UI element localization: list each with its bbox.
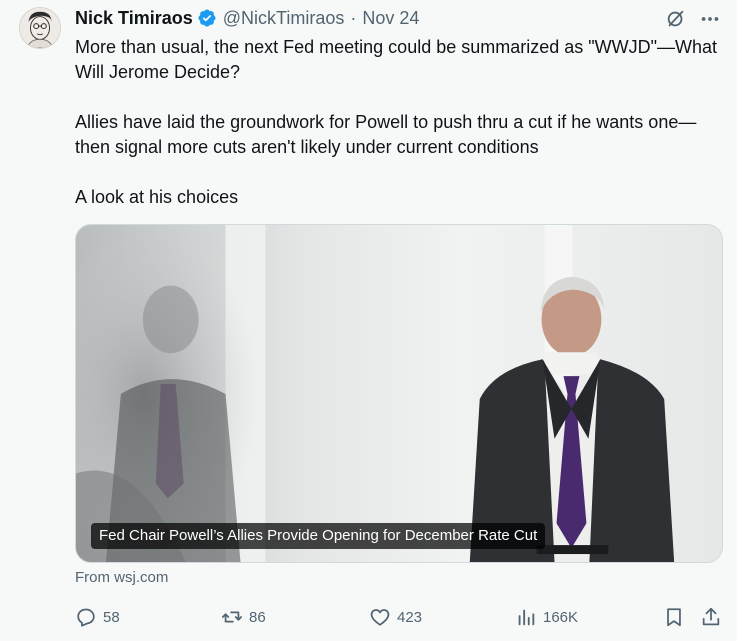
repost-button[interactable]: 86 (221, 606, 266, 628)
tweet-text: More than usual, the next Fed meeting co… (75, 35, 730, 210)
like-button[interactable]: 423 (369, 606, 422, 628)
author-handle[interactable]: @NickTimiraos (223, 6, 345, 30)
views-count: 166K (543, 608, 579, 626)
verified-badge-icon (197, 8, 217, 28)
repost-count: 86 (249, 608, 266, 626)
bookmark-icon (663, 606, 685, 628)
tweet: Nick Timiraos @NickTimiraos · Nov 24 Mor… (0, 0, 737, 641)
card-caption: Fed Chair Powell’s Allies Provide Openin… (91, 523, 546, 549)
more-icon[interactable] (698, 8, 722, 30)
tweet-paragraph: More than usual, the next Fed meeting co… (75, 37, 718, 82)
reply-count: 58 (103, 608, 120, 626)
like-icon (369, 606, 391, 628)
timestamp[interactable]: Nov 24 (362, 6, 419, 30)
share-button[interactable] (700, 606, 722, 628)
views-button[interactable]: 166K (515, 606, 578, 628)
like-count: 423 (397, 608, 423, 626)
action-bar: 58 86 423 166K (0, 600, 737, 634)
repost-icon (221, 606, 243, 628)
grok-icon[interactable] (665, 8, 687, 30)
separator-dot: · (350, 8, 357, 28)
tweet-header: Nick Timiraos @NickTimiraos · Nov 24 (75, 6, 677, 30)
share-icon (700, 606, 722, 628)
author-name[interactable]: Nick Timiraos (75, 6, 193, 30)
reply-icon (75, 606, 97, 628)
card-source[interactable]: From wsj.com (75, 568, 168, 588)
link-card[interactable]: Fed Chair Powell’s Allies Provide Openin… (75, 224, 723, 563)
avatar[interactable] (19, 7, 61, 49)
bookmark-button[interactable] (663, 606, 685, 628)
article-photo (76, 225, 722, 562)
tweet-paragraph: A look at his choices (75, 187, 239, 207)
views-icon (515, 606, 537, 628)
reply-button[interactable]: 58 (75, 606, 120, 628)
tweet-paragraph: Allies have laid the groundwork for Powe… (75, 112, 697, 157)
